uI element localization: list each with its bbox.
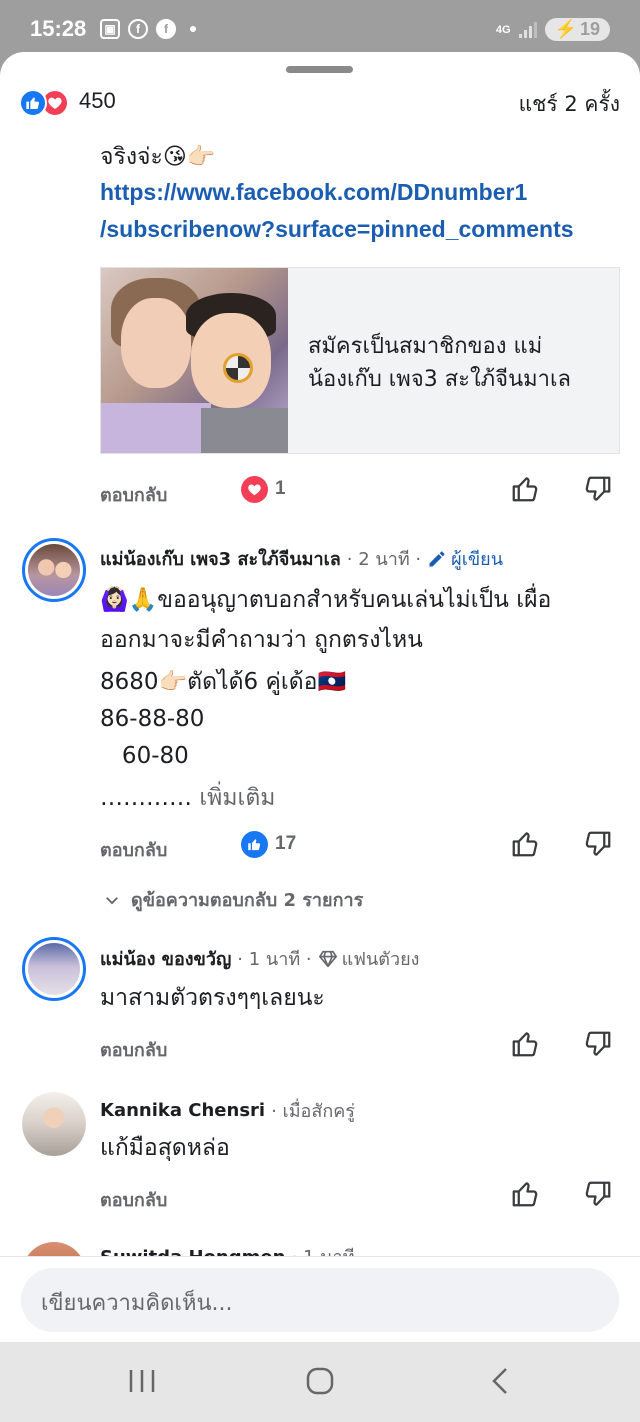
thumbs-up-icon[interactable] bbox=[510, 1179, 540, 1209]
avatar[interactable] bbox=[22, 1092, 86, 1156]
pinned-comment-text: จริงจ่ะ😘👉🏻 bbox=[100, 144, 216, 170]
comment-reaction-count[interactable]: 1 bbox=[275, 478, 286, 500]
reply-button[interactable]: ตอบกลับ bbox=[100, 835, 167, 864]
comment-header: แม่น้องเก๊บ เพจ3 สะใภ้จีนมาเล · 2 นาที ·… bbox=[100, 544, 503, 573]
reaction-count[interactable]: 450 bbox=[79, 88, 116, 114]
reaction-summary[interactable] bbox=[19, 89, 69, 117]
home-icon[interactable] bbox=[305, 1366, 335, 1396]
comment-author-name[interactable]: แม่น้องเก๊บ เพจ3 สะใภ้จีนมาเล bbox=[100, 544, 341, 573]
more-notifications-dot-icon bbox=[190, 26, 196, 32]
comment-reaction-count[interactable]: 17 bbox=[275, 833, 296, 855]
pinned-comment-link-line2[interactable]: /subscribenow?surface=pinned_comments bbox=[100, 211, 574, 247]
author-badge-label: ผู้เขียน bbox=[451, 549, 503, 570]
link-preview-card[interactable]: สมัครเป็นสมาชิกของ แม่ น้องเก๊บ เพจ3 สะใ… bbox=[100, 267, 620, 454]
thumbs-up-icon[interactable] bbox=[510, 829, 540, 859]
comment-actions: ตอบกลับ bbox=[0, 1027, 640, 1067]
status-notification-icons: ▣ f f bbox=[100, 19, 196, 39]
comment-text-line: 60-80 bbox=[100, 743, 189, 769]
facebook-icon: f bbox=[128, 19, 148, 39]
signal-icon bbox=[518, 21, 537, 38]
reply-button[interactable]: ตอบกลับ bbox=[100, 480, 167, 509]
status-bar: 15:28 ▣ f f 4G ⚡ 19 bbox=[0, 0, 640, 56]
comment-header: Kannika Chensri · เมื่อสักครู่ bbox=[100, 1096, 355, 1125]
view-replies-label: ดูข้อความตอบกลับ 2 รายการ bbox=[131, 890, 364, 911]
comment-author-name[interactable]: Kannika Chensri bbox=[100, 1100, 265, 1121]
avatar[interactable] bbox=[22, 538, 86, 602]
see-more-link[interactable]: เพิ่มเติม bbox=[199, 785, 275, 811]
thumbs-up-icon[interactable] bbox=[510, 1029, 540, 1059]
back-icon[interactable] bbox=[485, 1366, 515, 1396]
author-badge: ผู้เขียน bbox=[427, 544, 503, 573]
status-time: 15:28 bbox=[30, 16, 87, 41]
comment-header: แม่น้อง ของขวัญ · 1 นาที · แฟนตัวยง bbox=[100, 944, 419, 973]
link-preview-title: สมัครเป็นสมาชิกของ แม่ น้องเก๊บ เพจ3 สะใ… bbox=[288, 268, 571, 453]
screenshot-icon: ▣ bbox=[100, 19, 120, 39]
like-reaction-icon[interactable] bbox=[241, 831, 268, 858]
link-preview-title-line2: น้องเก๊บ เพจ3 สะใภ้จีนมาเล bbox=[308, 367, 571, 392]
link-preview-image bbox=[101, 268, 288, 453]
share-count[interactable]: แชร์ 2 ครั้ง bbox=[519, 88, 620, 121]
link-preview-title-line1: สมัครเป็นสมาชิกของ แม่ bbox=[308, 334, 543, 359]
comment-input[interactable]: เขียนความคิดเห็น... bbox=[21, 1268, 619, 1332]
comment-actions: ตอบกลับ bbox=[0, 1177, 640, 1217]
chevron-down-icon bbox=[106, 896, 118, 904]
comment-text-line: 8680👉🏻ตัดได้6 คู่เด้อ🇱🇦 bbox=[100, 669, 347, 695]
thumbs-down-icon[interactable] bbox=[583, 1179, 613, 1209]
like-reaction-icon bbox=[19, 89, 47, 117]
battery-icon: ⚡ 19 bbox=[544, 18, 610, 41]
comment-text-truncated: ………… เพิ่มเติม bbox=[100, 780, 275, 816]
pencil-icon bbox=[429, 551, 445, 566]
battery-level: 19 bbox=[579, 19, 600, 39]
view-replies-button[interactable]: ดูข้อความตอบกลับ 2 รายการ bbox=[103, 885, 363, 914]
avatar[interactable] bbox=[22, 937, 86, 1001]
thumbs-up-icon[interactable] bbox=[510, 474, 540, 504]
comment-author-name[interactable]: แม่น้อง ของขวัญ bbox=[100, 944, 231, 973]
diamond-icon bbox=[318, 950, 337, 967]
comment-text: มาสามตัวตรงๆๆเลยนะ bbox=[100, 985, 325, 1011]
recent-apps-icon[interactable] bbox=[127, 1366, 157, 1396]
comment-text-ellipsis: ………… bbox=[100, 785, 192, 811]
pinned-comment-actions: ตอบกลับ 1 bbox=[0, 472, 640, 512]
pinned-comment-link-line1[interactable]: https://www.facebook.com/DDnumber1 bbox=[100, 174, 527, 210]
comment-time: · 1 นาที · bbox=[237, 949, 312, 970]
comments-sheet: 450 แชร์ 2 ครั้ง จริงจ่ะ😘👉🏻 https://www.… bbox=[0, 52, 640, 1342]
reply-button[interactable]: ตอบกลับ bbox=[100, 1035, 167, 1064]
top-fan-badge: แฟนตัวยง bbox=[318, 944, 420, 973]
facebook-icon: f bbox=[156, 19, 176, 39]
comment-text-line: 🙆🏻‍♀️🙏ขออนุญาตบอกสำหรับคนเล่นไม่เป็น เผื… bbox=[100, 587, 552, 613]
love-reaction-icon[interactable] bbox=[241, 476, 268, 503]
thumbs-down-icon[interactable] bbox=[583, 829, 613, 859]
charging-bolt-icon: ⚡ bbox=[554, 19, 577, 39]
thumbs-down-icon[interactable] bbox=[583, 1029, 613, 1059]
network-type-icon: 4G bbox=[495, 23, 511, 36]
thumbs-down-icon[interactable] bbox=[583, 474, 613, 504]
sheet-drag-handle[interactable] bbox=[286, 66, 353, 73]
system-navigation-bar bbox=[0, 1342, 640, 1422]
comment-composer-bar: เขียนความคิดเห็น... bbox=[0, 1256, 640, 1342]
comment-text-line: 86-88-80 bbox=[100, 706, 205, 732]
comment-time: · เมื่อสักครู่ bbox=[271, 1101, 355, 1122]
reactions-header: 450 แชร์ 2 ครั้ง bbox=[0, 88, 640, 118]
comment-actions: ตอบกลับ 17 bbox=[0, 827, 640, 867]
comment-time: · 2 นาที · bbox=[346, 549, 422, 570]
top-fan-badge-label: แฟนตัวยง bbox=[341, 949, 420, 970]
comment-text: แก้มือสุดหล่อ bbox=[100, 1135, 230, 1161]
status-system-icons: 4G ⚡ 19 bbox=[496, 18, 610, 41]
comment-text-line: ออกมาจะมีคำถามว่า ถูกตรงไหน bbox=[100, 627, 423, 653]
reply-button[interactable]: ตอบกลับ bbox=[100, 1185, 167, 1214]
